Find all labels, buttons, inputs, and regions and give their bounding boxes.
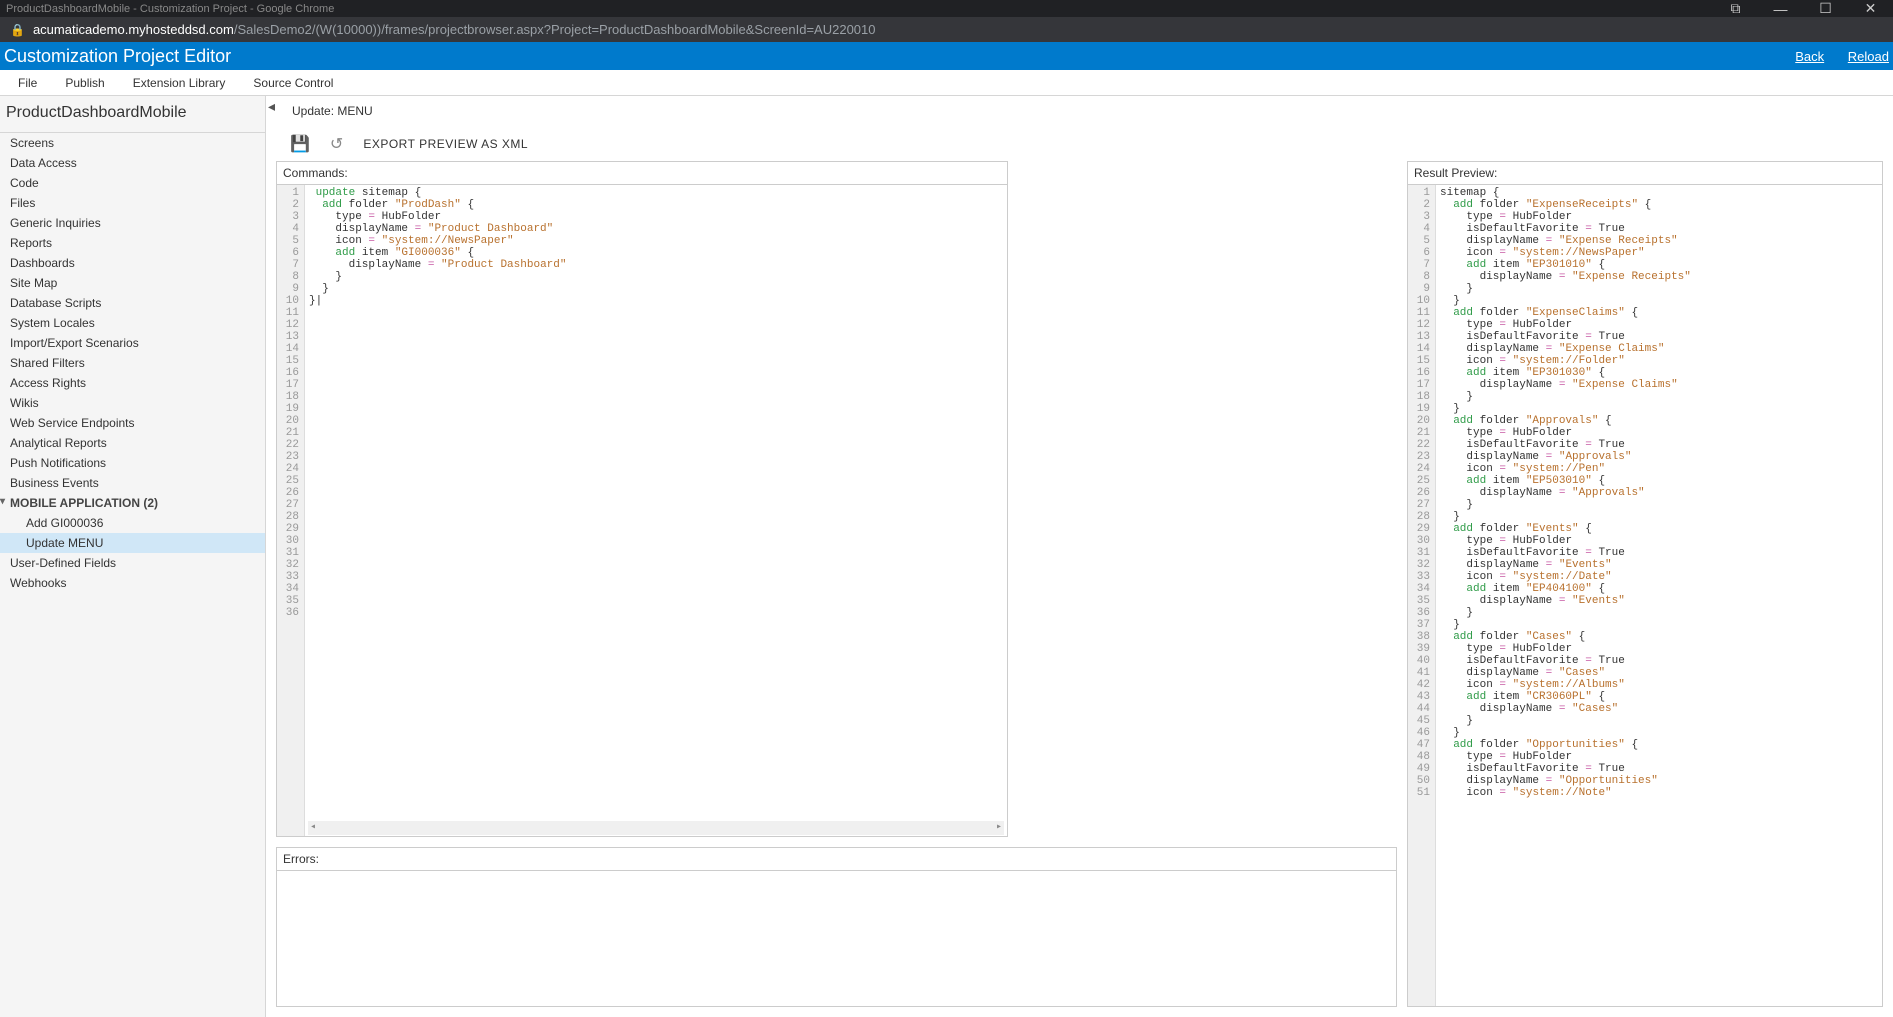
sidebar-item[interactable]: Wikis	[0, 393, 265, 413]
commands-editor[interactable]: 1234567891011121314151617181920212223242…	[277, 185, 1007, 836]
breadcrumb-label: Update:	[292, 104, 334, 118]
lock-icon: 🔒	[10, 23, 25, 37]
menu-publish[interactable]: Publish	[51, 76, 118, 90]
sidebar-item[interactable]: Generic Inquiries	[0, 213, 265, 233]
sidebar-item[interactable]: Business Events	[0, 473, 265, 493]
back-arrow-icon[interactable]: ◂	[268, 98, 275, 115]
menu-bar: File Publish Extension Library Source Co…	[0, 70, 1893, 96]
menu-file[interactable]: File	[4, 76, 51, 90]
sidebar-item[interactable]: Reports	[0, 233, 265, 253]
maximize-icon[interactable]: ☐	[1803, 0, 1848, 17]
browser-url-bar[interactable]: 🔒 acumaticademo.myhosteddsd.com/SalesDem…	[0, 17, 1893, 42]
commands-panel: Commands: 123456789101112131415161718192…	[276, 161, 1008, 837]
menu-extension-library[interactable]: Extension Library	[119, 76, 240, 90]
browser-tab-bar: ProductDashboardMobile - Customization P…	[0, 0, 1893, 17]
errors-body	[277, 871, 1396, 1006]
panels-row: Commands: 123456789101112131415161718192…	[266, 161, 1893, 1017]
result-header: Result Preview:	[1408, 162, 1882, 185]
minimize-icon[interactable]: —	[1758, 0, 1803, 17]
export-preview-button[interactable]: EXPORT PREVIEW AS XML	[363, 137, 528, 151]
sidebar-item[interactable]: Access Rights	[0, 373, 265, 393]
undo-icon[interactable]: ↺	[330, 134, 343, 154]
sidebar-item[interactable]: Database Scripts	[0, 293, 265, 313]
sidebar-item[interactable]: User-Defined Fields	[0, 553, 265, 573]
sidebar-item[interactable]: Code	[0, 173, 265, 193]
menu-source-control[interactable]: Source Control	[239, 76, 347, 90]
sidebar-list: ScreensData AccessCodeFilesGeneric Inqui…	[0, 133, 265, 593]
reload-link[interactable]: Reload	[1848, 49, 1889, 64]
sidebar-item[interactable]: Data Access	[0, 153, 265, 173]
app-title: Customization Project Editor	[4, 46, 231, 67]
result-panel: Result Preview: 123456789101112131415161…	[1407, 161, 1883, 1007]
sidebar-item[interactable]: Screens	[0, 133, 265, 153]
commands-gutter: 1234567891011121314151617181920212223242…	[277, 185, 305, 836]
url-domain: acumaticademo.myhosteddsd.com	[33, 22, 234, 37]
sidebar-item[interactable]: Push Notifications	[0, 453, 265, 473]
close-icon[interactable]: ✕	[1848, 0, 1893, 17]
commands-code[interactable]: update sitemap { add folder "ProdDash" {…	[305, 185, 1007, 836]
breadcrumb: Update: MENU	[276, 104, 373, 118]
content-header: ◂ Update: MENU	[266, 96, 1893, 126]
sidebar-item[interactable]: Web Service Endpoints	[0, 413, 265, 433]
errors-header: Errors:	[277, 848, 1396, 871]
commands-header: Commands:	[277, 162, 1007, 185]
horizontal-scrollbar[interactable]: ◂▸	[308, 821, 1004, 835]
sidebar-item[interactable]: Files	[0, 193, 265, 213]
errors-panel: Errors:	[276, 847, 1397, 1007]
back-link[interactable]: Back	[1795, 49, 1824, 64]
main-area: ProductDashboardMobile ScreensData Acces…	[0, 96, 1893, 1017]
sidebar-item-mobile-application[interactable]: MOBILE APPLICATION (2)	[0, 493, 265, 513]
sidebar-item[interactable]: Webhooks	[0, 573, 265, 593]
sidebar-item[interactable]: System Locales	[0, 313, 265, 333]
sidebar: ProductDashboardMobile ScreensData Acces…	[0, 96, 266, 1017]
sidebar-item[interactable]: Shared Filters	[0, 353, 265, 373]
save-icon[interactable]: 💾	[290, 134, 310, 154]
result-code[interactable]: sitemap { add folder "ExpenseReceipts" {…	[1436, 185, 1882, 1006]
result-gutter: 1234567891011121314151617181920212223242…	[1408, 185, 1436, 1006]
project-name: ProductDashboardMobile	[0, 96, 265, 133]
breadcrumb-value: MENU	[337, 104, 372, 118]
sidebar-item[interactable]: Add GI000036	[0, 513, 265, 533]
result-editor[interactable]: 1234567891011121314151617181920212223242…	[1408, 185, 1882, 1006]
window-controls: ⧉ — ☐ ✕	[1713, 0, 1893, 17]
sidebar-item[interactable]: Analytical Reports	[0, 433, 265, 453]
picture-in-picture-icon[interactable]: ⧉	[1713, 0, 1758, 17]
content-area: ◂ Update: MENU 💾 ↺ EXPORT PREVIEW AS XML…	[266, 96, 1893, 1017]
app-header: Customization Project Editor Back Reload	[0, 42, 1893, 70]
sidebar-item[interactable]: Dashboards	[0, 253, 265, 273]
url-path: /SalesDemo2/(W(10000))/frames/projectbro…	[234, 22, 876, 37]
sidebar-item[interactable]: Import/Export Scenarios	[0, 333, 265, 353]
sidebar-item[interactable]: Update MENU	[0, 533, 265, 553]
sidebar-item[interactable]: Site Map	[0, 273, 265, 293]
toolbar: 💾 ↺ EXPORT PREVIEW AS XML	[266, 126, 1893, 161]
browser-tab-title: ProductDashboardMobile - Customization P…	[6, 3, 334, 15]
